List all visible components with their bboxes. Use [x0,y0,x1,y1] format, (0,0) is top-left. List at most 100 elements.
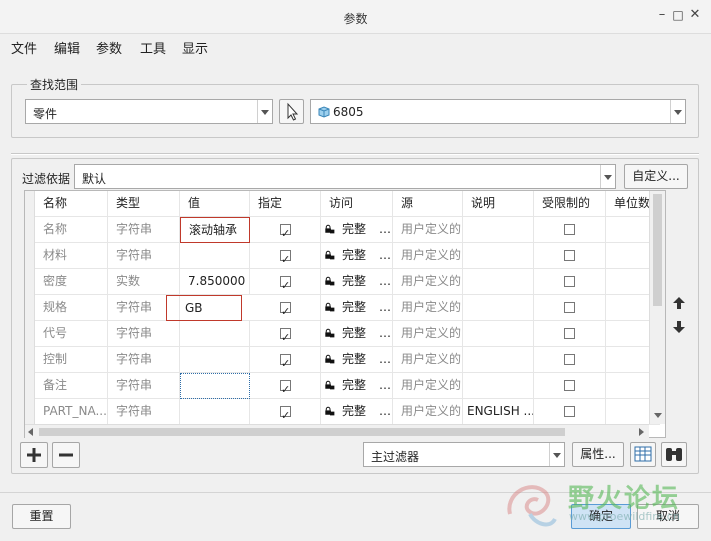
table-row[interactable]: 控制字符串 完整 …用户定义的 [35,347,660,373]
type-cell[interactable]: 字符串 [108,243,180,269]
col-source-header[interactable]: 源 [393,191,463,217]
maximize-icon[interactable]: □ [671,8,685,22]
designate-cell[interactable] [250,269,321,295]
access-cell[interactable]: 完整… [321,347,393,373]
menu-file[interactable]: 文件 [11,38,37,57]
access-more-button[interactable]: … [379,217,391,242]
minimize-icon[interactable]: – [655,8,669,22]
access-more-button[interactable]: … [379,347,391,372]
menu-display[interactable]: 显示 [182,38,208,57]
restricted-cell[interactable] [534,321,606,347]
value-cell[interactable] [180,243,250,269]
table-row[interactable]: 规格字符串GB完整…用户定义的 [35,295,660,321]
name-cell[interactable]: PART_NA... [35,399,108,425]
access-cell[interactable]: 完整… [321,217,393,243]
source-cell[interactable]: 用户定义的 [393,321,463,347]
restricted-cell[interactable] [534,373,606,399]
designate-cell[interactable] [250,321,321,347]
restricted-checkbox[interactable] [564,302,575,313]
desc-cell[interactable] [463,217,534,243]
restricted-checkbox[interactable] [564,276,575,287]
source-cell[interactable]: 用户定义的 [393,269,463,295]
access-cell[interactable]: 完整… [321,269,393,295]
designate-cell[interactable] [250,373,321,399]
restricted-cell[interactable] [534,217,606,243]
source-cell[interactable]: 用户定义的 [393,399,463,425]
name-cell[interactable]: 规格 [35,295,108,321]
type-cell[interactable]: 字符串 [108,321,180,347]
desc-cell[interactable] [463,295,534,321]
value-cell[interactable] [180,321,250,347]
table-view-button[interactable] [630,442,656,467]
access-more-button[interactable]: … [379,295,391,320]
desc-cell[interactable] [463,373,534,399]
move-up-icon[interactable] [672,296,686,310]
desc-cell[interactable] [463,347,534,373]
customize-button[interactable]: 自定义... [624,164,688,189]
source-cell[interactable]: 用户定义的 [393,373,463,399]
type-cell[interactable]: 字符串 [108,399,180,425]
col-access-header[interactable]: 访问 [321,191,393,217]
designate-cell[interactable] [250,217,321,243]
restricted-cell[interactable] [534,399,606,425]
designate-cell[interactable] [250,295,321,321]
name-cell[interactable]: 代号 [35,321,108,347]
col-restricted-header[interactable]: 受限制的 [534,191,606,217]
main-filter-select[interactable]: 主过滤器 [363,442,565,467]
restricted-checkbox[interactable] [564,250,575,261]
menu-edit[interactable]: 编辑 [54,38,80,57]
value-cell[interactable]: 7.850000 [180,269,250,295]
scroll-down-icon[interactable] [654,413,662,418]
table-row[interactable]: 材料字符串 完整 …用户定义的 [35,243,660,269]
restricted-checkbox[interactable] [564,328,575,339]
horizontal-scrollbar[interactable] [25,424,649,438]
designate-checkbox[interactable] [280,273,291,295]
source-cell[interactable]: 用户定义的 [393,243,463,269]
vertical-scroll-thumb[interactable] [653,194,662,306]
table-row[interactable]: 代号字符串 完整 …用户定义的 [35,321,660,347]
designate-cell[interactable] [250,243,321,269]
value-cell[interactable] [180,347,250,373]
value-cell[interactable] [180,373,250,399]
name-cell[interactable]: 名称 [35,217,108,243]
col-designate-header[interactable]: 指定 [250,191,321,217]
reset-button[interactable]: 重置 [12,504,71,529]
designate-checkbox[interactable] [280,403,291,425]
col-type-header[interactable]: 类型 [108,191,180,217]
menu-parameter[interactable]: 参数 [96,38,122,57]
select-pointer-button[interactable] [279,99,304,124]
horizontal-scroll-thumb[interactable] [39,428,565,436]
scope-type-select[interactable]: 零件 [25,99,273,124]
scroll-right-icon[interactable] [639,428,644,436]
close-icon[interactable]: ✕ [688,8,702,22]
type-cell[interactable]: 字符串 [108,347,180,373]
desc-cell[interactable] [463,243,534,269]
table-row[interactable]: PART_NA...字符串 完整 …用户定义的ENGLISH ... [35,399,660,425]
designate-checkbox[interactable] [280,351,291,373]
add-parameter-button[interactable] [20,442,48,468]
desc-cell[interactable]: ENGLISH ... [463,399,534,425]
remove-parameter-button[interactable] [52,442,80,468]
access-cell[interactable]: 完整… [321,399,393,425]
table-row[interactable]: 密度实数7.850000 完整 …用户定义的 [35,269,660,295]
access-cell[interactable]: 完整… [321,321,393,347]
desc-cell[interactable] [463,321,534,347]
filter-select[interactable]: 默认 [74,164,616,189]
value-cell[interactable] [180,399,250,425]
properties-button[interactable]: 属性... [572,442,624,467]
value-cell[interactable]: 滚动轴承 [180,217,250,243]
designate-checkbox[interactable] [280,221,291,243]
restricted-cell[interactable] [534,295,606,321]
restricted-cell[interactable] [534,269,606,295]
move-down-icon[interactable] [672,320,686,334]
desc-cell[interactable] [463,269,534,295]
restricted-checkbox[interactable] [564,406,575,417]
access-cell[interactable]: 完整… [321,373,393,399]
access-cell[interactable]: 完整… [321,243,393,269]
col-description-header[interactable]: 说明 [463,191,534,217]
type-cell[interactable]: 字符串 [108,373,180,399]
vertical-scrollbar[interactable] [649,191,665,424]
value-cell[interactable]: GB [166,295,242,321]
designate-cell[interactable] [250,347,321,373]
find-button[interactable] [661,442,687,467]
